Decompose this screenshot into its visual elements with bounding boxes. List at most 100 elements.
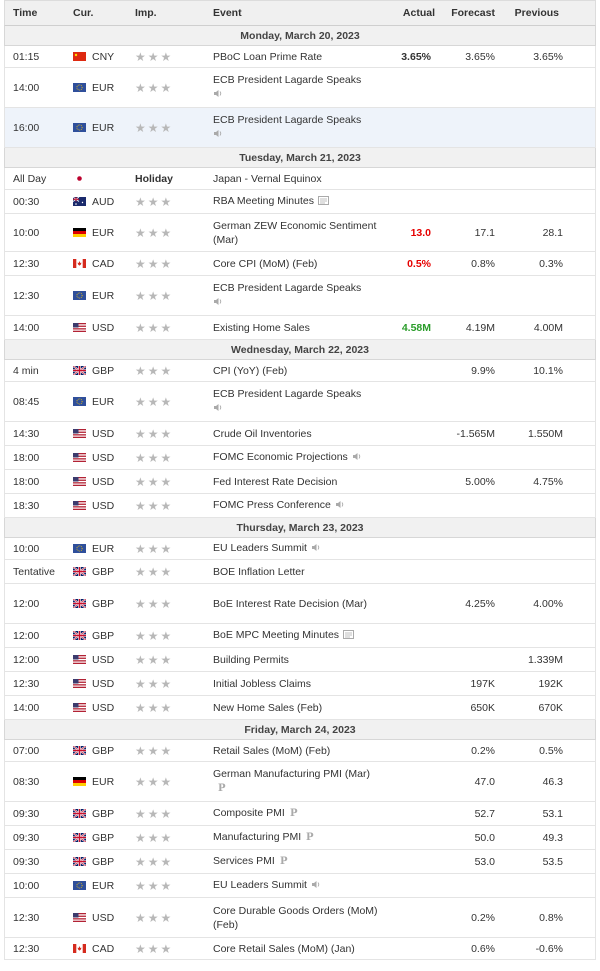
header-time[interactable]: Time bbox=[5, 7, 65, 19]
event-row[interactable]: 12:30 CAD ★ ★ ★ Core Retail Sales (MoM) (Jan)… bbox=[4, 938, 596, 960]
event-title[interactable]: German Manufacturing PMI (Mar) bbox=[213, 768, 370, 780]
event-row[interactable]: 00:30 AUD ★ ★ ★ RBA Meeting Minutes bbox=[4, 190, 596, 214]
event-name[interactable]: EU Leaders Summit bbox=[213, 541, 381, 555]
event-title[interactable]: German ZEW Economic Sentiment (Mar) bbox=[213, 220, 376, 246]
event-name[interactable]: BoE Interest Rate Decision (Mar) bbox=[213, 597, 381, 611]
event-name[interactable]: Manufacturing PMI P bbox=[213, 830, 381, 844]
event-title[interactable]: ECB President Lagarde Speaks bbox=[213, 282, 361, 294]
event-row[interactable]: 08:45 EUR ★ ★ ★ ECB President Lagarde Speaks bbox=[4, 382, 596, 422]
event-name[interactable]: BoE MPC Meeting Minutes bbox=[213, 628, 381, 642]
event-title[interactable]: Retail Sales (MoM) (Feb) bbox=[213, 745, 330, 757]
event-title[interactable]: Services PMI bbox=[213, 855, 275, 867]
event-title[interactable]: Initial Jobless Claims bbox=[213, 678, 311, 690]
event-title[interactable]: EU Leaders Summit bbox=[213, 542, 307, 554]
event-title[interactable]: RBA Meeting Minutes bbox=[213, 195, 314, 207]
event-row[interactable]: 18:00 USD ★ ★ ★ FOMC Economic Projections bbox=[4, 446, 596, 470]
event-row[interactable]: 10:00 EUR ★ ★ ★ EU Leaders Summit bbox=[4, 538, 596, 560]
event-row[interactable]: 08:30 EUR ★ ★ ★ German Manufacturing PMI (Mar… bbox=[4, 762, 596, 802]
event-row[interactable]: 14:00 EUR ★ ★ ★ ECB President Lagarde Speaks bbox=[4, 68, 596, 108]
event-title[interactable]: PBoC Loan Prime Rate bbox=[213, 51, 322, 63]
event-name[interactable]: CPI (YoY) (Feb) bbox=[213, 364, 381, 378]
star-icon: ★ bbox=[147, 194, 159, 209]
event-name[interactable]: PBoC Loan Prime Rate bbox=[213, 50, 381, 64]
event-row[interactable]: 12:00 GBP ★ ★ ★ BoE Interest Rate Decision (M… bbox=[4, 584, 596, 624]
event-name[interactable]: Initial Jobless Claims bbox=[213, 677, 381, 691]
event-name[interactable]: Core Retail Sales (MoM) (Jan) bbox=[213, 942, 381, 956]
event-name[interactable]: Crude Oil Inventories bbox=[213, 427, 381, 441]
event-time: 12:30 bbox=[13, 911, 40, 924]
event-row[interactable]: Tentative GBP ★ ★ ★ BOE Inflation Letter bbox=[4, 560, 596, 584]
event-name[interactable]: Retail Sales (MoM) (Feb) bbox=[213, 744, 381, 758]
header-importance[interactable]: Imp. bbox=[131, 7, 213, 19]
event-row[interactable]: 01:15 CNY ★ ★ ★ PBoC Loan Prime Rate 3.65% 3.65… bbox=[4, 46, 596, 68]
event-row[interactable]: All Day Holiday Japan - Vernal Equinox bbox=[4, 168, 596, 190]
event-row[interactable]: 16:00 EUR ★ ★ ★ ECB President Lagarde Speaks bbox=[4, 108, 596, 148]
event-row[interactable]: 18:30 USD ★ ★ ★ FOMC Press Conference bbox=[4, 494, 596, 518]
event-title[interactable]: ECB President Lagarde Speaks bbox=[213, 74, 361, 86]
header-forecast[interactable]: Forecast bbox=[435, 7, 499, 19]
event-name[interactable]: German Manufacturing PMI (Mar) P bbox=[213, 767, 381, 795]
event-title[interactable]: Composite PMI bbox=[213, 807, 285, 819]
header-currency[interactable]: Cur. bbox=[65, 7, 131, 19]
event-row[interactable]: 14:00 USD ★ ★ ★ Existing Home Sales 4.58M 4.19M… bbox=[4, 316, 596, 340]
event-row[interactable]: 12:30 USD ★ ★ ★ Core Durable Goods Orders (Mo… bbox=[4, 898, 596, 938]
event-row[interactable]: 4 min GBP ★ ★ ★ CPI (YoY) (Feb) 9.9% 10.1% bbox=[4, 360, 596, 382]
event-name[interactable]: FOMC Economic Projections bbox=[213, 450, 381, 464]
header-previous[interactable]: Previous bbox=[499, 7, 573, 19]
event-row[interactable]: 09:30 GBP ★ ★ ★ Composite PMI P 52.7 53.1 bbox=[4, 802, 596, 826]
event-title[interactable]: Building Permits bbox=[213, 654, 289, 666]
event-row[interactable]: 14:30 USD ★ ★ ★ Crude Oil Inventories -1.565M 1… bbox=[4, 422, 596, 446]
event-name[interactable]: German ZEW Economic Sentiment (Mar) bbox=[213, 219, 381, 247]
event-title[interactable]: Core Durable Goods Orders (MoM) (Feb) bbox=[213, 905, 378, 931]
event-title[interactable]: Existing Home Sales bbox=[213, 322, 310, 334]
event-title[interactable]: Core Retail Sales (MoM) (Jan) bbox=[213, 943, 355, 955]
event-title[interactable]: New Home Sales (Feb) bbox=[213, 702, 322, 714]
event-title[interactable]: EU Leaders Summit bbox=[213, 879, 307, 891]
event-title[interactable]: Japan - Vernal Equinox bbox=[213, 173, 322, 185]
event-row[interactable]: 12:30 CAD ★ ★ ★ Core CPI (MoM) (Feb) 0.5% 0.8% 0… bbox=[4, 252, 596, 276]
event-title[interactable]: CPI (YoY) (Feb) bbox=[213, 365, 287, 377]
event-time: 10:00 bbox=[13, 879, 40, 892]
event-title[interactable]: ECB President Lagarde Speaks bbox=[213, 388, 361, 400]
header-actual[interactable]: Actual bbox=[381, 7, 435, 19]
event-name[interactable]: Composite PMI P bbox=[213, 806, 381, 820]
event-name[interactable]: New Home Sales (Feb) bbox=[213, 701, 381, 715]
event-row[interactable]: 10:00 EUR ★ ★ ★ German ZEW Economic Sentiment… bbox=[4, 214, 596, 252]
event-name[interactable]: BOE Inflation Letter bbox=[213, 565, 381, 579]
event-name[interactable]: Existing Home Sales bbox=[213, 321, 381, 335]
event-title[interactable]: FOMC Press Conference bbox=[213, 499, 331, 511]
event-title[interactable]: Manufacturing PMI bbox=[213, 831, 301, 843]
event-title[interactable]: BoE MPC Meeting Minutes bbox=[213, 629, 339, 641]
event-row[interactable]: 12:00 USD ★ ★ ★ Building Permits 1.339M bbox=[4, 648, 596, 672]
event-name[interactable]: ECB President Lagarde Speaks bbox=[213, 73, 381, 101]
event-row[interactable]: 07:00 GBP ★ ★ ★ Retail Sales (MoM) (Feb) 0.2% 0… bbox=[4, 740, 596, 762]
event-name[interactable]: ECB President Lagarde Speaks bbox=[213, 387, 381, 415]
event-name[interactable]: Core Durable Goods Orders (MoM) (Feb) bbox=[213, 904, 381, 932]
event-title[interactable]: Core CPI (MoM) (Feb) bbox=[213, 258, 317, 270]
event-title[interactable]: Fed Interest Rate Decision bbox=[213, 476, 337, 488]
event-name[interactable]: EU Leaders Summit bbox=[213, 878, 381, 892]
event-row[interactable]: 12:30 USD ★ ★ ★ Initial Jobless Claims 197K 192… bbox=[4, 672, 596, 696]
event-name[interactable]: FOMC Press Conference bbox=[213, 498, 381, 512]
event-row[interactable]: 12:30 EUR ★ ★ ★ ECB President Lagarde Speaks bbox=[4, 276, 596, 316]
event-name[interactable]: Japan - Vernal Equinox bbox=[213, 172, 381, 186]
event-title[interactable]: FOMC Economic Projections bbox=[213, 451, 348, 463]
event-name[interactable]: RBA Meeting Minutes bbox=[213, 194, 381, 208]
event-title[interactable]: BOE Inflation Letter bbox=[213, 566, 305, 578]
event-name[interactable]: ECB President Lagarde Speaks bbox=[213, 281, 381, 309]
event-name[interactable]: Core CPI (MoM) (Feb) bbox=[213, 257, 381, 271]
event-row[interactable]: 12:00 GBP ★ ★ ★ BoE MPC Meeting Minutes bbox=[4, 624, 596, 648]
event-name[interactable]: Fed Interest Rate Decision bbox=[213, 475, 381, 489]
event-row[interactable]: 10:00 EUR ★ ★ ★ EU Leaders Summit bbox=[4, 874, 596, 898]
header-event[interactable]: Event bbox=[213, 6, 381, 20]
event-name[interactable]: Building Permits bbox=[213, 653, 381, 667]
event-row[interactable]: 14:00 USD ★ ★ ★ New Home Sales (Feb) 650K 670K bbox=[4, 696, 596, 720]
event-row[interactable]: 09:30 GBP ★ ★ ★ Services PMI P 53.0 53.5 bbox=[4, 850, 596, 874]
event-title[interactable]: Crude Oil Inventories bbox=[213, 428, 312, 440]
event-row[interactable]: 18:00 USD ★ ★ ★ Fed Interest Rate Decision 5.0… bbox=[4, 470, 596, 494]
event-title[interactable]: BoE Interest Rate Decision (Mar) bbox=[213, 598, 367, 610]
event-name[interactable]: ECB President Lagarde Speaks bbox=[213, 113, 381, 141]
event-name[interactable]: Services PMI P bbox=[213, 854, 381, 868]
event-title[interactable]: ECB President Lagarde Speaks bbox=[213, 114, 361, 126]
event-row[interactable]: 09:30 GBP ★ ★ ★ Manufacturing PMI P 50.0 49.3 bbox=[4, 826, 596, 850]
